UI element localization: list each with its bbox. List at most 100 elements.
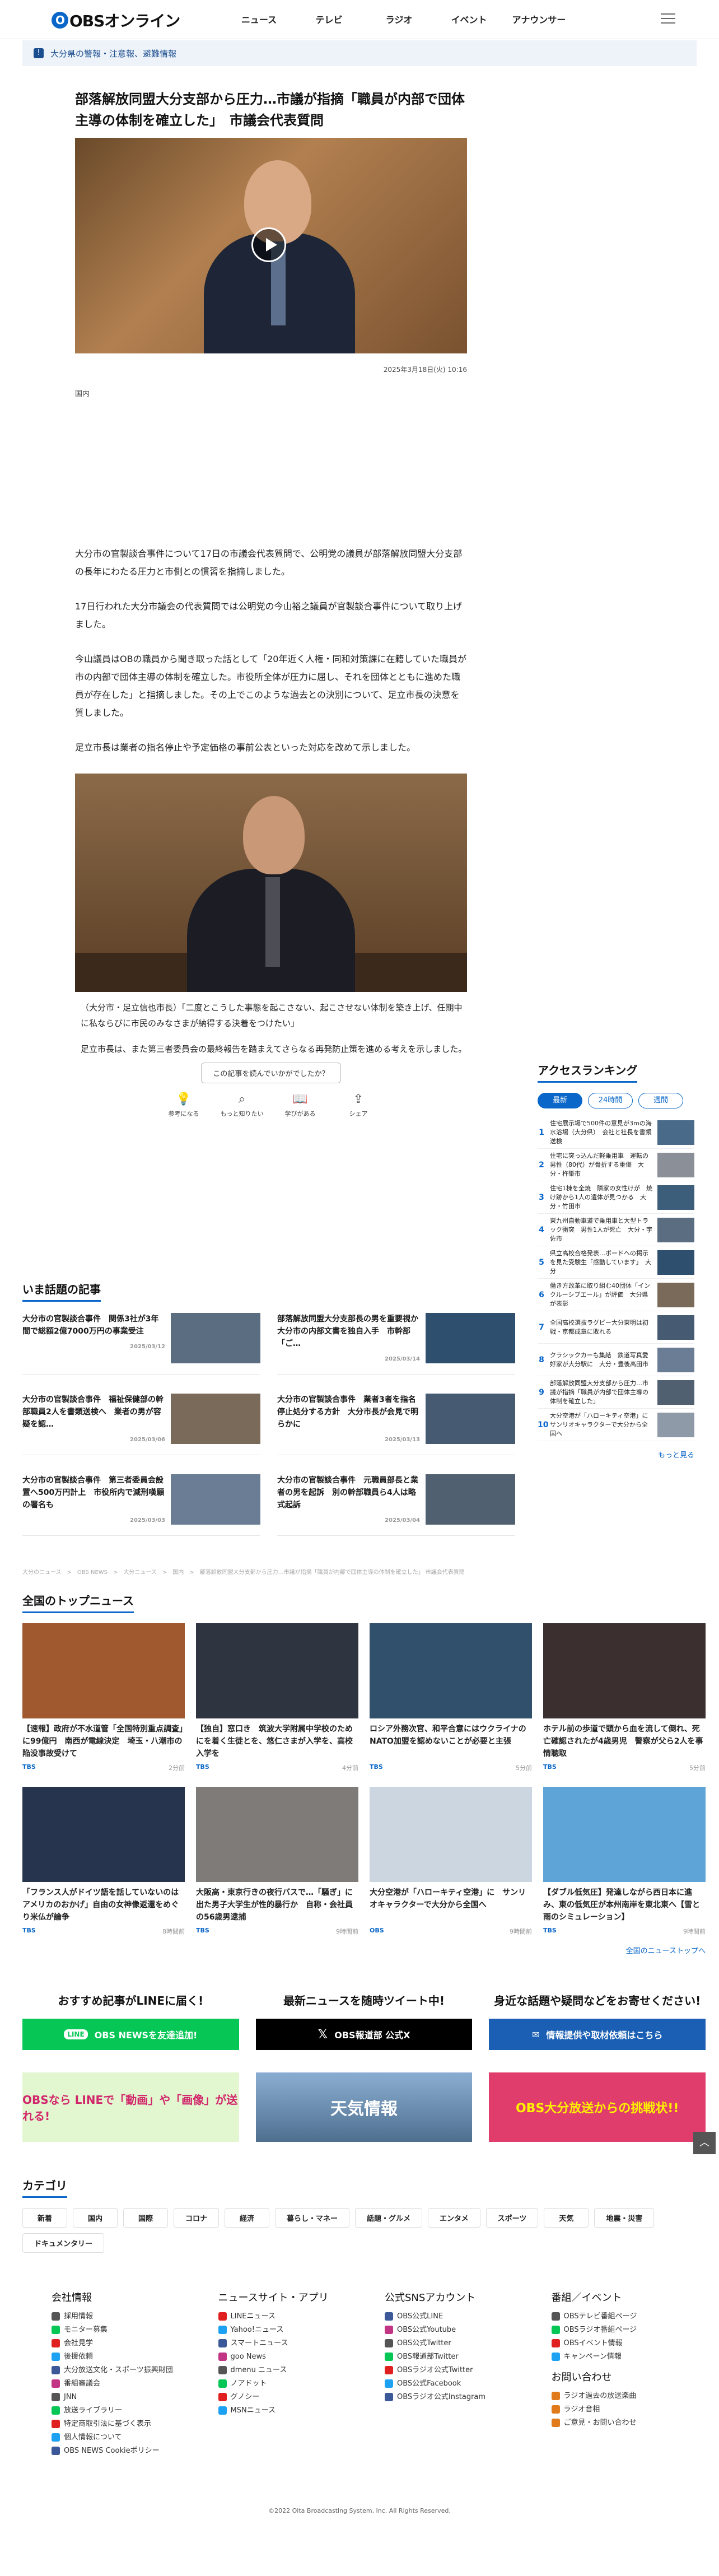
footer-link[interactable]: 特定商取引法に基づく表示: [52, 2417, 179, 2431]
category-chip[interactable]: 話題・グルメ: [355, 2208, 423, 2228]
lightbulb-icon: 💡: [176, 1092, 192, 1106]
footer-link[interactable]: JNN: [52, 2391, 179, 2404]
ranking-item[interactable]: 8 クラシックカーも集結 鉄道写真愛好家が大分駅に 大分・豊後高田市: [538, 1344, 694, 1376]
footer-link[interactable]: キャンペーン情報: [551, 2350, 679, 2364]
hot-article-item[interactable]: 大分市の官製談合事件 業者3者を指名停止処分する方針 大分市長が会見で明らかに 2…: [277, 1394, 515, 1455]
nav-news[interactable]: ニュース: [224, 12, 294, 26]
top-news-item[interactable]: ロシア外務次官、和平合意にはウクライナのNATO加盟を認めないことが必要と主張 T…: [370, 1623, 532, 1772]
nav-event[interactable]: イベント: [434, 12, 504, 26]
challenge-banner[interactable]: OBS大分放送からの挑戦状!!: [489, 2072, 706, 2142]
feedback-more[interactable]: ⌕ もっと知りたい: [217, 1092, 267, 1118]
footer-link[interactable]: 個人情報について: [52, 2431, 179, 2444]
ranking-item[interactable]: 10 大分空港が「ハローキティ空港」に サンリオキャラクターで大分から全国へ: [538, 1409, 694, 1441]
footer-link[interactable]: OBS公式Facebook: [385, 2377, 512, 2391]
footer-link[interactable]: OBSテレビ番組ページ: [551, 2310, 679, 2323]
ranking-item[interactable]: 1 住宅展示場で500件の意見が3mの海水浴場（大分県） 会社と社長を書類送検: [538, 1116, 694, 1149]
footer-link[interactable]: ご意見・お問い合わせ: [551, 2416, 679, 2430]
category-chip[interactable]: 暮らし・マネー: [275, 2208, 350, 2228]
ranking-item[interactable]: 5 県立高校合格発表…ボードへの掲示を見た受験生「感動しています」 大分: [538, 1246, 694, 1279]
category-chip[interactable]: ドキュメンタリー: [22, 2233, 105, 2253]
line-add-button[interactable]: LINE OBS NEWSを友達追加!: [22, 2019, 239, 2050]
ranking-item[interactable]: 2 住宅に突っ込んだ軽乗用車 運転の男性（80代）が骨折する重傷 大分・杵築市: [538, 1149, 694, 1181]
footer-link[interactable]: OBS公式Twitter: [385, 2337, 512, 2350]
top-news-item[interactable]: 大阪高・東京行きの夜行バスで…「騒ぎ」に出た男子大学生が性的暴行か 自称・会社員…: [196, 1787, 358, 1936]
top-news-item[interactable]: 【独自】窓口き 筑波大学附属中学校のためにを着く生徒とを、悠仁さまが入学を、高校…: [196, 1623, 358, 1772]
ranking-item[interactable]: 6 働き方改革に取り組む40団体「インクルーシブエール」が評価 大分県が表彰: [538, 1279, 694, 1311]
feedback-helpful[interactable]: 💡 参考になる: [158, 1092, 209, 1118]
ranking-item[interactable]: 9 部落解放同盟大分支部から圧力…市議が指摘「職員が内部で団体主導の体制を確立した…: [538, 1376, 694, 1409]
ranking-more-link[interactable]: もっと見る: [538, 1449, 694, 1460]
footer-link[interactable]: モニター募集: [52, 2323, 179, 2337]
play-icon[interactable]: [251, 227, 286, 262]
top-news-item[interactable]: 「フランス人がドイツ語を話していないのはアメリカのおかげ」自由の女神像返還をめぐ…: [22, 1787, 185, 1936]
hot-article-item[interactable]: 大分市の官製談合事件 第三者委員会設置へ500万円計上 市役所内で減刑嘆願の署名…: [22, 1474, 260, 1536]
footer-link[interactable]: グノシー: [218, 2391, 346, 2404]
footer-link[interactable]: OBS公式LINE: [385, 2310, 512, 2323]
footer-link[interactable]: 採用情報: [52, 2310, 179, 2323]
top-news-item[interactable]: 【速報】政府が不水道管「全国特別重点調査」に99億円 南西が電線決定 埼玉・八潮…: [22, 1623, 185, 1772]
footer-link[interactable]: ラジオ過去の放送楽曲: [551, 2389, 679, 2403]
footer-link-icon: [551, 2312, 560, 2321]
top-news-item[interactable]: 大分空港が「ハローキティ空港」に サンリオキャラクターで大分から全国へ OBS 9時…: [370, 1787, 532, 1936]
category-chip[interactable]: 地震・災害: [594, 2208, 655, 2228]
ranking-item[interactable]: 7 全国高校選抜ラグビー大分東明は初戦・京都成章に敗れる: [538, 1311, 694, 1344]
alert-bar[interactable]: ! 大分県の警報・注意報、避難情報: [22, 40, 697, 66]
top-news-item[interactable]: 【ダブル低気圧】発達しながら西日本に進み、東の低気圧が本州南岸を東北東へ【雪と雨…: [543, 1787, 706, 1936]
hot-article-item[interactable]: 部落解放同盟大分支部長の男を重要視か 大分市の内部文書を独自入手 市幹部「ご… 2…: [277, 1313, 515, 1375]
feedback-share[interactable]: ⇪ シェア: [333, 1092, 384, 1118]
breadcrumb[interactable]: 大分のニュース > OBS NEWS > 大分ニュース > 国内 > 部落解放同…: [22, 1567, 465, 1576]
footer-link-icon: [52, 2406, 60, 2415]
hot-article-item[interactable]: 大分市の官製談合事件 関係3社が3年間で総額2億7000万円の事業受注 2025/…: [22, 1313, 260, 1375]
category-chip[interactable]: 新着: [22, 2208, 67, 2228]
footer-link[interactable]: スマートニュース: [218, 2337, 346, 2350]
footer-link[interactable]: 放送ライブラリー: [52, 2404, 179, 2417]
article-video[interactable]: [75, 138, 467, 353]
footer-link[interactable]: OBSラジオ公式Instagram: [385, 2391, 512, 2404]
footer-link[interactable]: MSNニュース: [218, 2404, 346, 2417]
weather-banner[interactable]: 天気情報: [255, 2072, 473, 2142]
hot-article-item[interactable]: 大分市の官製談合事件 福祉保健部の幹部職員2人を書類送検へ 業者の男が容疑を認……: [22, 1394, 260, 1455]
footer-link[interactable]: OBS公式Youtube: [385, 2323, 512, 2337]
tab-24h[interactable]: 24時間: [588, 1093, 633, 1108]
footer-link[interactable]: OBS NEWS Cookieポリシー: [52, 2444, 179, 2458]
feedback-learn[interactable]: 📖 学びがある: [275, 1092, 325, 1118]
top-news-more-link[interactable]: 全国のニューストップへ: [22, 1945, 706, 1955]
top-news-item[interactable]: ホテル前の歩道で頭から血を流して倒れ、死亡確認されたが4歳男児 警察が父ら2人を…: [543, 1623, 706, 1772]
footer-link[interactable]: 番組審議会: [52, 2377, 179, 2391]
footer-link[interactable]: Yahoo!ニュース: [218, 2323, 346, 2337]
footer-link[interactable]: OBSイベント情報: [551, 2337, 679, 2350]
menu-icon[interactable]: [661, 13, 675, 24]
nav-tv[interactable]: テレビ: [294, 12, 364, 26]
nav-announcer[interactable]: アナウンサー: [504, 12, 574, 26]
footer-link[interactable]: dmenu ニュース: [218, 2364, 346, 2377]
category-chip[interactable]: 国際: [123, 2208, 168, 2228]
footer-link[interactable]: ラジオ音相: [551, 2403, 679, 2416]
site-logo[interactable]: O OBSオンライン: [52, 9, 180, 31]
hot-article-item[interactable]: 大分市の官製談合事件 元職員部長と業者の男を起訴 別の幹部職員ら4人は略式起訴 2…: [277, 1474, 515, 1536]
x-follow-button[interactable]: 𝕏 OBS報道部 公式X: [255, 2019, 473, 2050]
footer-link[interactable]: 大分放送文化・スポーツ振興財団: [52, 2364, 179, 2377]
tab-weekly[interactable]: 週間: [638, 1093, 683, 1108]
tab-latest[interactable]: 最新: [538, 1093, 582, 1108]
category-chip[interactable]: 経済: [225, 2208, 270, 2228]
tip-button[interactable]: ✉ 情報提供や取材依頼はこちら: [489, 2019, 706, 2050]
line-banner[interactable]: OBSなら LINEで「動画」や「画像」が送れる!: [22, 2072, 239, 2142]
category-chip[interactable]: エンタメ: [428, 2208, 480, 2228]
nav-radio[interactable]: ラジオ: [364, 12, 434, 26]
footer-link[interactable]: goo News: [218, 2350, 346, 2364]
category-chip[interactable]: 天気: [544, 2208, 589, 2228]
footer-link[interactable]: OBSラジオ公式Twitter: [385, 2364, 512, 2377]
footer-link[interactable]: 会社見学: [52, 2337, 179, 2350]
footer-link[interactable]: OBS報道部Twitter: [385, 2350, 512, 2364]
category-chip[interactable]: コロナ: [174, 2208, 220, 2228]
article-category[interactable]: 国内: [75, 388, 467, 398]
category-chip[interactable]: 国内: [73, 2208, 118, 2228]
category-chip[interactable]: スポーツ: [485, 2208, 539, 2228]
footer-link[interactable]: OBSラジオ番組ページ: [551, 2323, 679, 2337]
ranking-item[interactable]: 3 住宅1棟を全焼 隣家の女性けが 焼け跡から1人の遺体が見つかる 大分・竹田市: [538, 1181, 694, 1214]
footer-link[interactable]: LINEニュース: [218, 2310, 346, 2323]
ranking-item[interactable]: 4 東九州自動車道で乗用車と大型トラック衝突 男性1人が死亡 大分・宇佐市: [538, 1214, 694, 1246]
footer-link[interactable]: 後援依頼: [52, 2350, 179, 2364]
footer-link[interactable]: ノアドット: [218, 2377, 346, 2391]
back-to-top-icon[interactable]: ︿: [693, 2132, 716, 2154]
